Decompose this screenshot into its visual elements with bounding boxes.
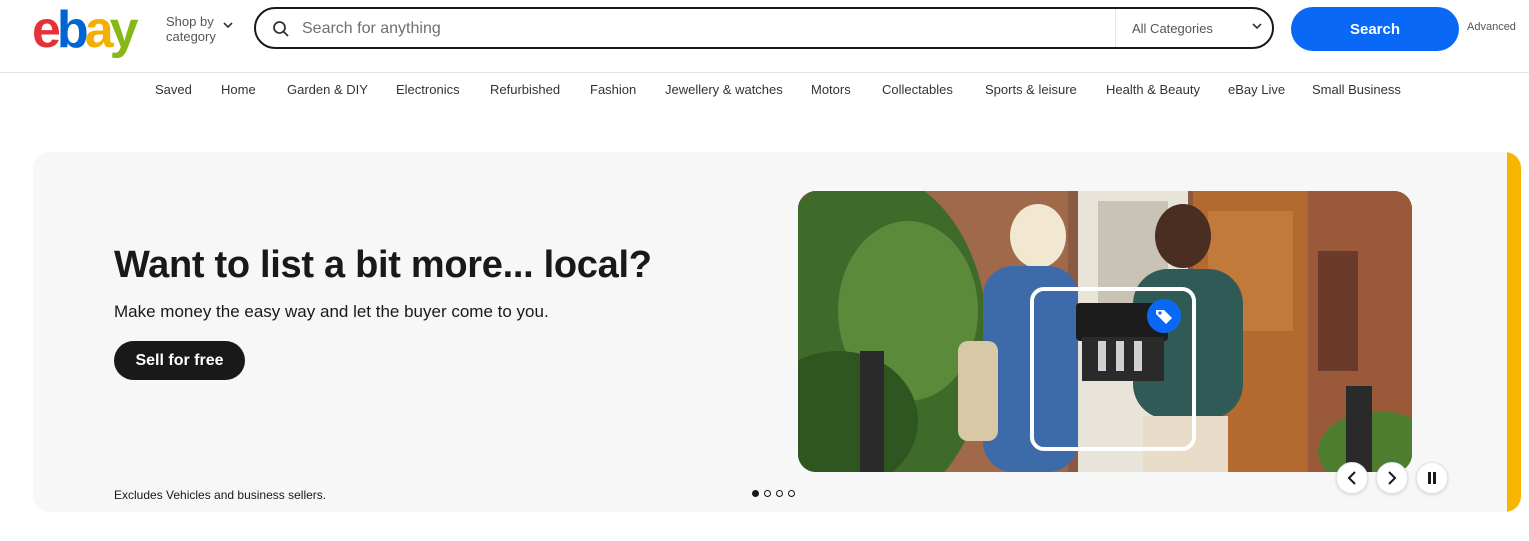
nav-item-refurbished[interactable]: Refurbished: [490, 82, 560, 97]
nav-item-sports-leisure[interactable]: Sports & leisure: [985, 82, 1077, 97]
chevron-left-icon: [1347, 471, 1356, 485]
category-select[interactable]: All Categories: [1115, 9, 1274, 47]
shop-by-category-button[interactable]: Shop by category: [166, 14, 233, 44]
nav-item-garden-diy[interactable]: Garden & DIY: [287, 82, 368, 97]
category-nav: Saved Home Garden & DIY Electronics Refu…: [0, 82, 1529, 100]
logo-letter-a: a: [84, 1, 114, 59]
category-select-value: All Categories: [1132, 20, 1213, 36]
carousel-dot[interactable]: [752, 490, 759, 497]
carousel-next-button[interactable]: [1376, 462, 1408, 494]
search-bar: All Categories: [254, 7, 1274, 49]
nav-item-jewellery-watches[interactable]: Jewellery & watches: [665, 82, 783, 97]
nav-item-health-beauty[interactable]: Health & Beauty: [1106, 82, 1200, 97]
nav-item-collectables[interactable]: Collectables: [882, 82, 953, 97]
carousel-dot[interactable]: [776, 490, 783, 497]
carousel-dot[interactable]: [788, 490, 795, 497]
shop-by-category-label: Shop by category: [166, 14, 216, 44]
header: e b a y Shop by category All Categories …: [0, 0, 1529, 73]
hero-image-illustration: [798, 191, 1412, 472]
hero-banner: Want to list a bit more... local? Make m…: [33, 152, 1521, 512]
carousel-dot[interactable]: [764, 490, 771, 497]
nav-item-ebay-live[interactable]: eBay Live: [1228, 82, 1285, 97]
hero-title: Want to list a bit more... local?: [114, 244, 652, 286]
nav-item-fashion[interactable]: Fashion: [590, 82, 636, 97]
tag-icon: [1147, 299, 1181, 333]
carousel-dots: [752, 490, 795, 497]
search-button[interactable]: Search: [1291, 7, 1459, 51]
hero-subtitle: Make money the easy way and let the buye…: [114, 302, 549, 321]
advanced-search-link[interactable]: Advanced: [1467, 21, 1516, 33]
chevron-right-icon: [1388, 471, 1397, 485]
carousel-prev-button[interactable]: [1336, 462, 1368, 494]
nav-item-small-business[interactable]: Small Business: [1312, 82, 1401, 97]
nav-item-electronics[interactable]: Electronics: [396, 82, 460, 97]
hero-image[interactable]: [798, 191, 1412, 472]
hero-accent-bar: [1507, 152, 1521, 512]
search-input[interactable]: [300, 15, 1104, 43]
sell-for-free-button[interactable]: Sell for free: [114, 341, 245, 380]
pause-icon: [1428, 472, 1436, 484]
logo-letter-b: b: [56, 1, 89, 59]
ebay-logo[interactable]: e b a y: [32, 0, 139, 59]
hero-disclaimer: Excludes Vehicles and business sellers.: [114, 488, 327, 502]
nav-item-home[interactable]: Home: [221, 82, 256, 97]
search-icon: [273, 21, 289, 37]
chevron-down-icon: [1252, 23, 1262, 30]
chevron-down-icon: [223, 22, 233, 29]
nav-item-saved[interactable]: Saved: [155, 82, 192, 97]
logo-letter-e: e: [32, 1, 61, 59]
logo-letter-y: y: [109, 1, 139, 59]
nav-item-motors[interactable]: Motors: [811, 82, 851, 97]
carousel-pause-button[interactable]: [1416, 462, 1448, 494]
